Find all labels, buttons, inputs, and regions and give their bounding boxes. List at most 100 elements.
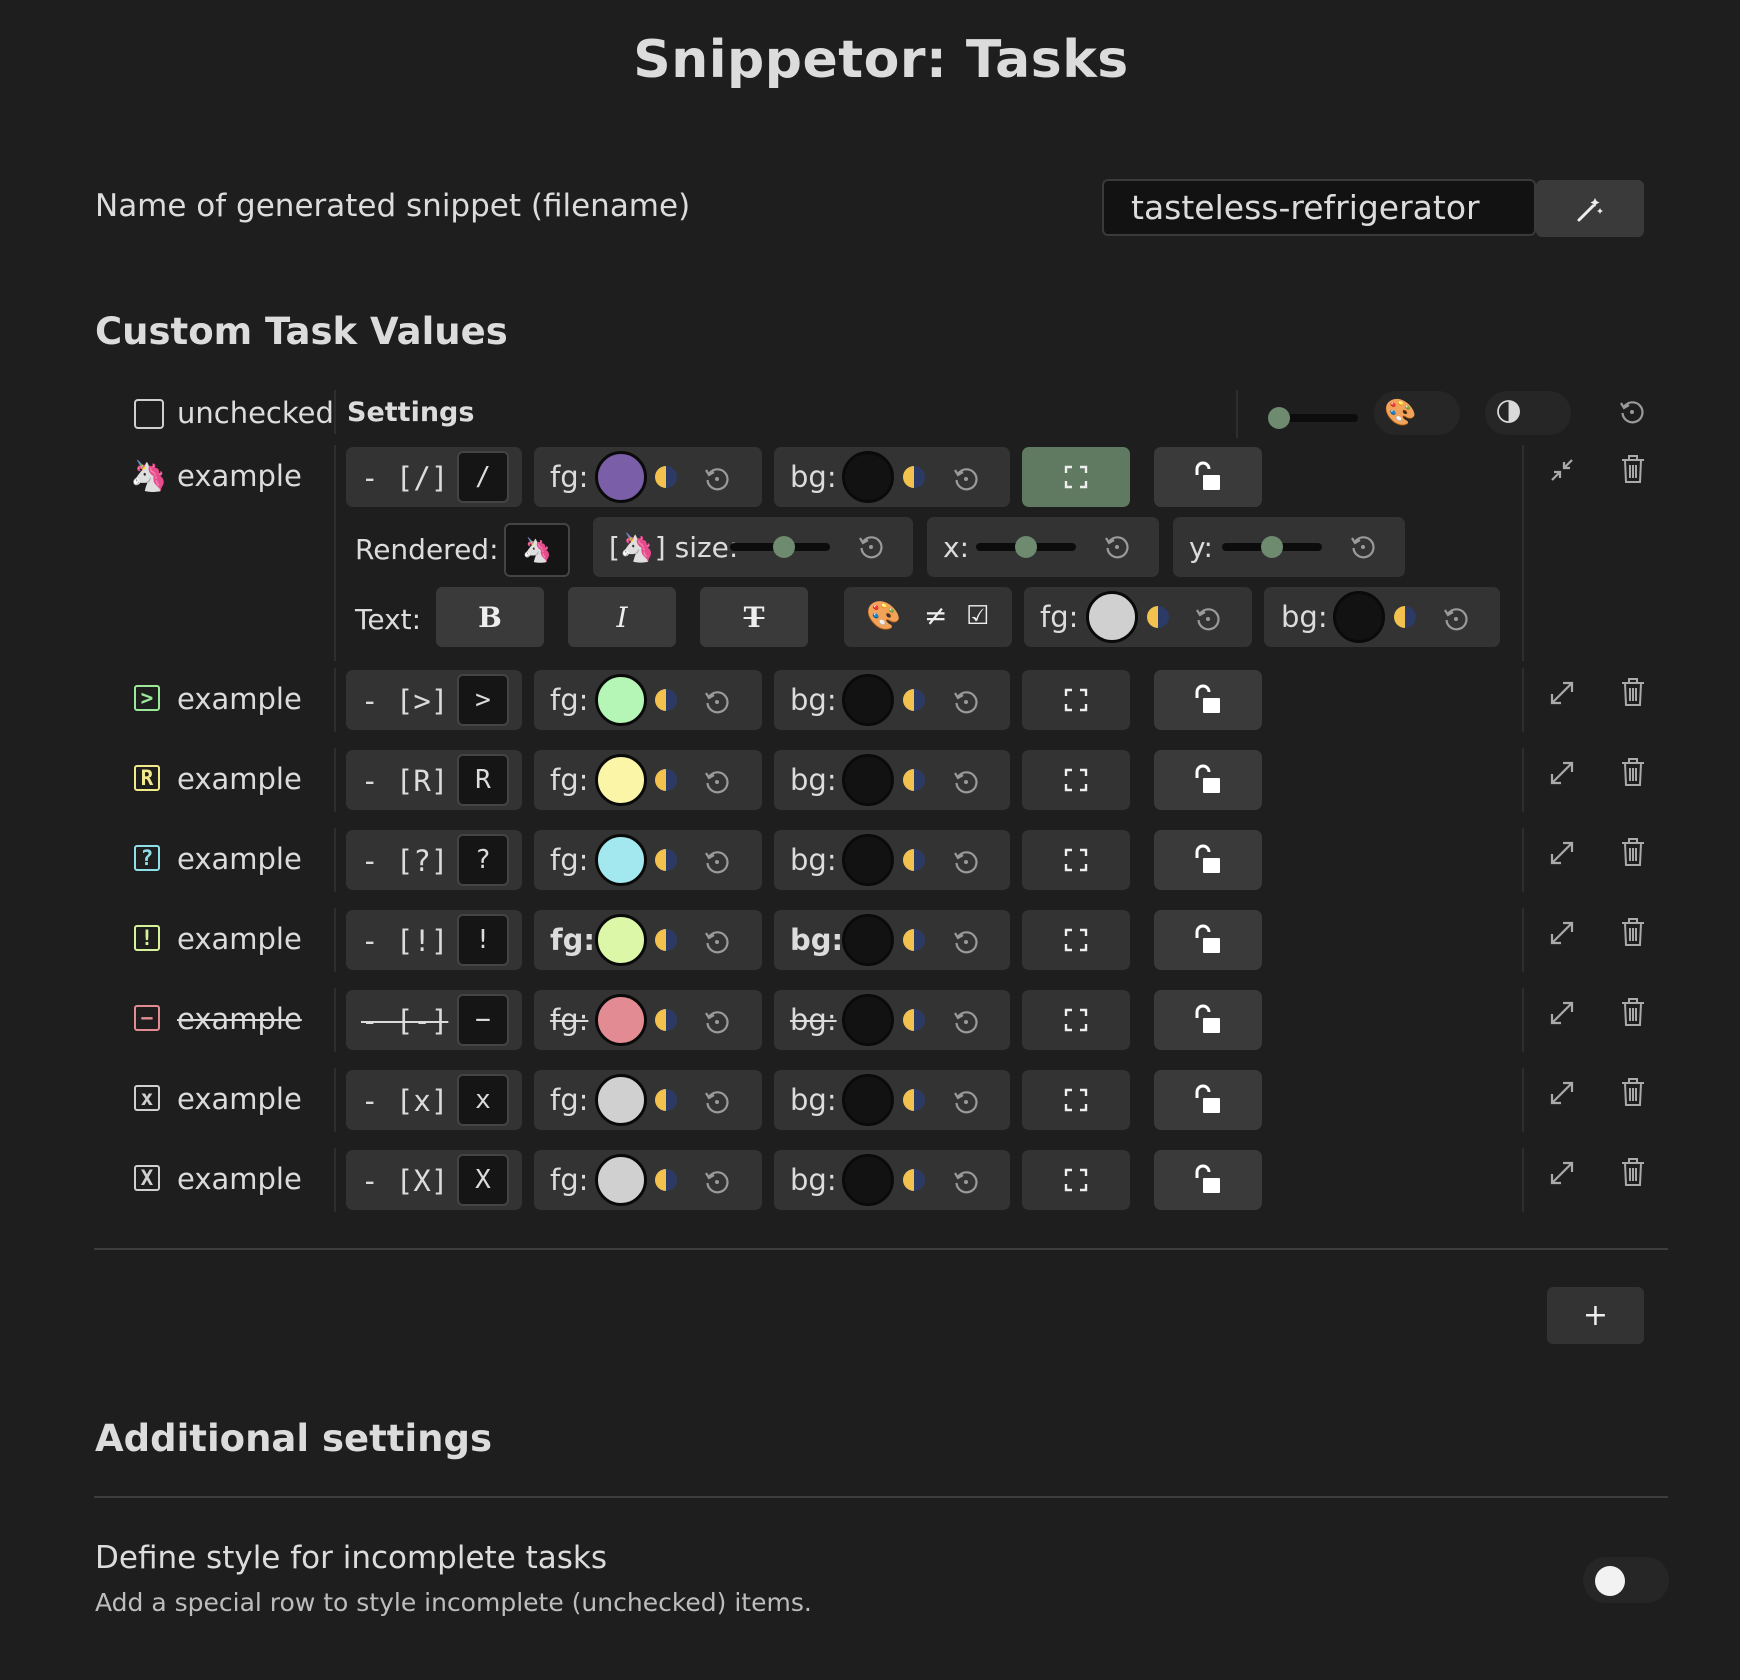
fg-color-swatch[interactable] [595, 674, 647, 726]
delete-icon[interactable] [1616, 834, 1650, 870]
generate-name-button[interactable] [1536, 180, 1644, 237]
bg-reset-icon[interactable] [950, 1166, 982, 1198]
bg-color-swatch[interactable] [842, 834, 894, 886]
expand-icon[interactable] [1545, 756, 1579, 790]
theme-toggle[interactable]: 🌗 [1485, 391, 1571, 435]
bg-color-swatch[interactable] [842, 914, 894, 966]
bg-color-swatch[interactable] [842, 1074, 894, 1126]
lock-button[interactable] [1154, 830, 1262, 890]
bg-color-swatch[interactable] [842, 994, 894, 1046]
expand-icon[interactable] [1545, 916, 1579, 950]
bg-reset-icon[interactable] [950, 686, 982, 718]
fg-theme-icon[interactable] [655, 849, 677, 871]
fullscreen-button[interactable] [1022, 1070, 1130, 1130]
fullscreen-button[interactable] [1022, 990, 1130, 1050]
x-slider-reset-icon[interactable] [1101, 531, 1133, 563]
bg-reset-icon[interactable] [950, 463, 982, 495]
x-slider-knob[interactable] [1015, 536, 1037, 558]
lock-button[interactable] [1154, 1070, 1262, 1130]
bg-reset-icon[interactable] [950, 1086, 982, 1118]
fullscreen-button[interactable] [1022, 1150, 1130, 1210]
fullscreen-button[interactable] [1022, 830, 1130, 890]
slider-knob[interactable] [1268, 407, 1290, 429]
lock-button[interactable] [1154, 990, 1262, 1050]
bg-theme-icon[interactable] [903, 769, 925, 791]
reset-all-icon[interactable] [1614, 394, 1650, 430]
bg-color-swatch[interactable] [842, 674, 894, 726]
lock-button[interactable] [1154, 910, 1262, 970]
bg-reset-icon[interactable] [950, 766, 982, 798]
delete-icon[interactable] [1616, 674, 1650, 710]
expand-icon[interactable] [1545, 1156, 1579, 1190]
fg-color-swatch[interactable] [595, 914, 647, 966]
delete-icon[interactable] [1616, 451, 1650, 487]
lock-button[interactable] [1154, 1150, 1262, 1210]
fullscreen-button[interactable] [1022, 670, 1130, 730]
fullscreen-button[interactable] [1022, 910, 1130, 970]
lock-button[interactable] [1154, 670, 1262, 730]
fg-color-swatch[interactable] [595, 451, 647, 503]
fg-theme-icon[interactable] [655, 689, 677, 711]
bg-color-swatch[interactable] [842, 451, 894, 503]
delete-icon[interactable] [1616, 1074, 1650, 1110]
fg-reset-icon[interactable] [701, 846, 733, 878]
bg-theme-icon[interactable] [903, 1089, 925, 1111]
task-char-input[interactable]: R [457, 754, 509, 806]
collapse-icon[interactable] [1545, 453, 1579, 487]
delete-icon[interactable] [1616, 994, 1650, 1030]
expand-icon[interactable] [1545, 1076, 1579, 1110]
text-bg-reset-icon[interactable] [1440, 603, 1472, 635]
fg-reset-icon[interactable] [701, 1006, 733, 1038]
y-slider-knob[interactable] [1261, 536, 1283, 558]
bg-reset-icon[interactable] [950, 846, 982, 878]
task-char-input[interactable]: X [457, 1154, 509, 1206]
lock-button[interactable] [1154, 750, 1262, 810]
snippet-name-input[interactable]: tasteless-refrigerator [1102, 179, 1536, 236]
fullscreen-button[interactable] [1022, 750, 1130, 810]
delete-icon[interactable] [1616, 914, 1650, 950]
fg-theme-icon[interactable] [655, 1089, 677, 1111]
fg-theme-icon[interactable] [655, 769, 677, 791]
expand-icon[interactable] [1545, 676, 1579, 710]
fg-theme-icon[interactable] [655, 929, 677, 951]
bold-button[interactable]: B [436, 587, 544, 647]
unchecked-checkbox[interactable] [134, 399, 164, 429]
fg-reset-icon[interactable] [701, 1166, 733, 1198]
fg-theme-icon[interactable] [655, 1009, 677, 1031]
y-slider-reset-icon[interactable] [1347, 531, 1379, 563]
fullscreen-button[interactable] [1022, 447, 1130, 507]
text-bg-theme-icon[interactable] [1394, 606, 1416, 628]
bg-theme-icon[interactable] [903, 466, 925, 488]
task-char-input[interactable]: − [457, 994, 509, 1046]
fg-reset-icon[interactable] [701, 686, 733, 718]
task-char-input[interactable]: > [457, 674, 509, 726]
task-char-input[interactable]: / [457, 451, 509, 503]
task-char-input[interactable]: ? [457, 834, 509, 886]
expand-icon[interactable] [1545, 836, 1579, 870]
fg-reset-icon[interactable] [701, 926, 733, 958]
bg-reset-icon[interactable] [950, 926, 982, 958]
fg-color-swatch[interactable] [595, 754, 647, 806]
fg-theme-icon[interactable] [655, 466, 677, 488]
fg-color-swatch[interactable] [595, 1074, 647, 1126]
palette-toggle[interactable]: 🎨 [1374, 391, 1460, 435]
fg-reset-icon[interactable] [701, 1086, 733, 1118]
header-slider[interactable] [1258, 400, 1358, 436]
text-bg-swatch[interactable] [1333, 591, 1385, 643]
text-fg-swatch[interactable] [1086, 591, 1138, 643]
add-task-button[interactable]: + [1547, 1287, 1644, 1344]
text-fg-theme-icon[interactable] [1147, 606, 1169, 628]
expand-icon[interactable] [1545, 996, 1579, 1030]
italic-button[interactable]: I [568, 587, 676, 647]
fg-reset-icon[interactable] [701, 766, 733, 798]
bg-theme-icon[interactable] [903, 1169, 925, 1191]
fg-color-swatch[interactable] [595, 834, 647, 886]
incomplete-style-toggle[interactable] [1583, 1557, 1669, 1603]
fg-color-swatch[interactable] [595, 994, 647, 1046]
task-char-input[interactable]: x [457, 1074, 509, 1126]
fg-reset-icon[interactable] [701, 463, 733, 495]
lock-button[interactable] [1154, 447, 1262, 507]
delete-icon[interactable] [1616, 1154, 1650, 1190]
bg-theme-icon[interactable] [903, 929, 925, 951]
bg-theme-icon[interactable] [903, 1009, 925, 1031]
